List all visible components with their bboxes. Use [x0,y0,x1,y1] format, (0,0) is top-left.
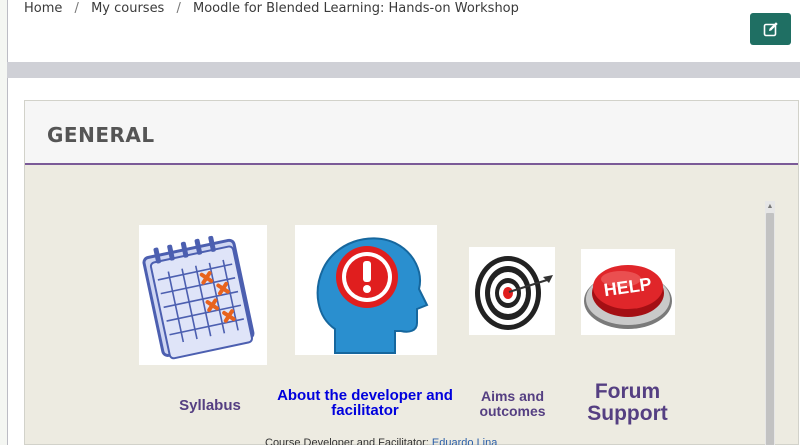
vertical-scrollbar[interactable]: ▲ [765,201,775,445]
general-section: GENERAL HELP Syllabus About the develope… [24,100,799,445]
target-icon [469,247,555,335]
breadcrumb-separator: / [74,1,79,16]
developer-credit: Course Developer and Facilitator: Eduard… [265,437,497,445]
page-left-strip [0,0,7,445]
breadcrumb: Home / My courses / Moodle for Blended L… [24,1,519,16]
breadcrumb-course[interactable]: Moodle for Blended Learning: Hands-on Wo… [193,1,519,16]
course-content-card: GENERAL HELP Syllabus About the develope… [7,78,800,445]
breadcrumb-separator: / [176,1,181,16]
page-header-card: Home / My courses / Moodle for Blended L… [7,0,800,62]
about-developer-tile[interactable] [295,225,437,355]
scroll-up-arrow-icon[interactable]: ▲ [765,201,775,213]
about-developer-link[interactable]: About the developer and facilitator [275,388,455,418]
head-exclamation-icon [295,225,437,355]
forum-support-tile[interactable]: HELP [581,249,675,335]
scroll-thumb[interactable] [766,213,774,445]
syllabus-link[interactable]: Syllabus [155,397,265,414]
breadcrumb-home[interactable]: Home [24,1,62,16]
syllabus-tile[interactable] [139,225,267,365]
edit-button[interactable] [750,13,791,45]
section-header: GENERAL [25,101,798,165]
forum-support-link[interactable]: Forum Support [570,381,685,425]
section-title: GENERAL [47,123,155,147]
aims-outcomes-link[interactable]: Aims and outcomes [470,389,555,419]
pencil-square-icon [763,22,778,37]
developer-prefix: Course Developer and Facilitator: [265,437,429,445]
calendar-icon [139,225,267,365]
help-button-icon: HELP [581,249,675,335]
breadcrumb-my-courses[interactable]: My courses [91,1,164,16]
aims-outcomes-tile[interactable] [469,247,555,335]
developer-name-link[interactable]: Eduardo Lina [432,437,497,445]
